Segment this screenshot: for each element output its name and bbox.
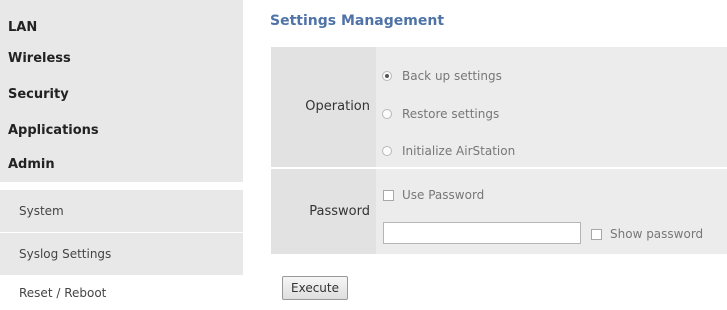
sidebar: LAN Wireless Security Applications Admin…: [0, 0, 243, 310]
radio-label: Back up settings: [402, 69, 502, 83]
show-password-checkbox-row[interactable]: Show password: [591, 224, 703, 244]
radio-button-selected[interactable]: [382, 71, 392, 81]
operation-label: Operation: [305, 99, 370, 114]
sidebar-subitem-label: System: [19, 204, 64, 218]
operation-label-cell: Operation: [271, 47, 376, 167]
execute-button[interactable]: Execute: [282, 276, 348, 300]
password-label: Password: [309, 204, 370, 219]
sidebar-item-label: LAN: [8, 20, 38, 35]
sidebar-subitem-reset-reboot[interactable]: Reset / Reboot: [0, 277, 243, 310]
sidebar-item-label: Applications: [8, 123, 99, 138]
sidebar-item-admin[interactable]: Admin: [8, 150, 55, 180]
radio-button[interactable]: [382, 146, 392, 156]
radio-button[interactable]: [382, 109, 392, 119]
sidebar-subitem-system[interactable]: System: [0, 190, 243, 232]
router-admin-page: LAN Wireless Security Applications Admin…: [0, 0, 727, 310]
sidebar-item-label: Admin: [8, 157, 55, 172]
sidebar-subitem-label: Reset / Reboot: [19, 286, 107, 300]
radio-label: Initialize AirStation: [402, 144, 516, 158]
sidebar-item-wireless[interactable]: Wireless: [8, 44, 71, 74]
sidebar-item-label: Wireless: [8, 51, 71, 66]
radio-backup-settings[interactable]: Back up settings: [382, 66, 502, 86]
sidebar-subitem-syslog-settings[interactable]: Syslog Settings: [0, 233, 243, 275]
show-password-label: Show password: [610, 227, 704, 241]
radio-restore-settings[interactable]: Restore settings: [382, 104, 499, 124]
radio-initialize-airstation[interactable]: Initialize AirStation: [382, 141, 515, 161]
sidebar-item-label: Security: [8, 87, 69, 102]
sidebar-item-applications[interactable]: Applications: [8, 116, 99, 146]
password-label-cell: Password: [271, 169, 376, 254]
use-password-label: Use Password: [402, 188, 485, 202]
radio-label: Restore settings: [402, 107, 500, 121]
sidebar-item-lan[interactable]: LAN: [8, 13, 37, 43]
sidebar-item-security[interactable]: Security: [8, 80, 69, 110]
sidebar-subitem-label: Syslog Settings: [19, 247, 112, 261]
password-input[interactable]: [383, 222, 581, 244]
use-password-checkbox[interactable]: [383, 189, 394, 201]
show-password-checkbox[interactable]: [591, 228, 602, 240]
page-title: Settings Management: [270, 13, 445, 29]
use-password-checkbox-row[interactable]: Use Password: [383, 185, 484, 205]
